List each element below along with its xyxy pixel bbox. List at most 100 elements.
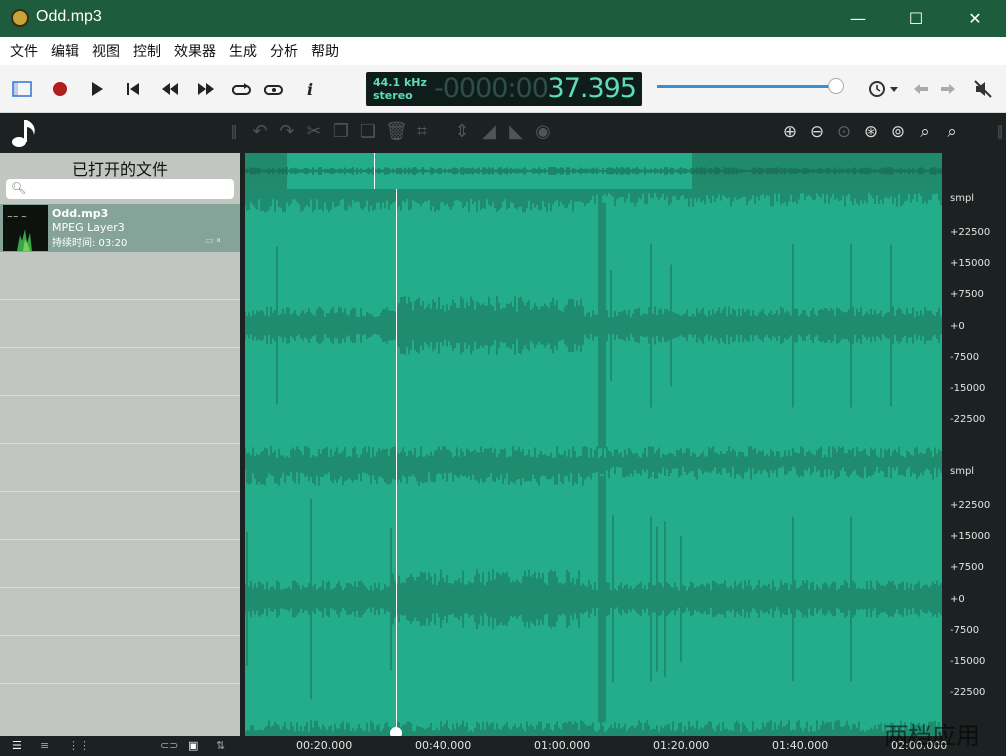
menu-control[interactable]: 控制 — [133, 41, 161, 61]
volume-slider-thumb[interactable] — [827, 78, 844, 94]
timeline-label: 01:20.000 — [653, 739, 710, 752]
channels-label: stereo — [373, 89, 413, 102]
file-search-input[interactable]: 🔍︎ — [6, 179, 234, 199]
ruler-label: +7500 — [950, 289, 984, 300]
waveform-view[interactable] — [245, 153, 942, 736]
skip-to-start-icon[interactable] — [120, 76, 146, 102]
maximize-button[interactable]: ☐ — [893, 0, 939, 37]
sample-rate-label: 44.1 kHz — [373, 76, 427, 89]
image-icon[interactable]: ▣ — [188, 739, 198, 752]
toggle-sidebar-icon[interactable] — [9, 76, 35, 102]
ruler-label: -22500 — [950, 414, 986, 425]
ruler-label: -15000 — [950, 383, 986, 394]
menu-generate[interactable]: 生成 — [229, 41, 257, 61]
play-icon[interactable] — [84, 76, 110, 102]
copy-icon[interactable]: ❐ — [331, 122, 351, 142]
record-icon[interactable] — [47, 76, 73, 102]
list-divider — [0, 347, 240, 348]
fade-out-icon[interactable]: ◣ — [506, 122, 526, 142]
list-divider — [0, 491, 240, 492]
sort-icon[interactable]: ⇅ — [216, 739, 225, 752]
menu-analyze[interactable]: 分析 — [270, 41, 298, 61]
zoom-full-icon[interactable]: ⊚ — [888, 122, 908, 142]
album-art: ~~ ~ — [3, 205, 48, 251]
mute-icon[interactable] — [970, 76, 996, 102]
window-title: Odd.mp3 — [36, 8, 102, 25]
music-note-icon — [10, 117, 40, 149]
search-icon: 🔍︎ — [11, 181, 27, 195]
menu-help[interactable]: 帮助 — [311, 41, 339, 61]
zoom-out-icon[interactable]: ⊖ — [807, 122, 827, 142]
zoom-vertical-in-icon[interactable]: ⌕ — [915, 122, 935, 142]
rewind-icon[interactable] — [157, 76, 183, 102]
cut-icon[interactable]: ✂ — [304, 122, 324, 142]
overview-cursor — [374, 153, 375, 189]
zoom-selection-icon[interactable]: ⊙ — [834, 122, 854, 142]
app-icon — [11, 9, 29, 27]
timeline-label: 00:40.000 — [415, 739, 472, 752]
undo-icon[interactable]: ↶ — [250, 122, 270, 142]
watermark: 两档应用 — [884, 722, 980, 750]
ruler-label: -7500 — [950, 625, 980, 636]
loop-selection-icon[interactable] — [261, 76, 287, 102]
fade-in-icon[interactable]: ◢ — [479, 122, 499, 142]
amplitude-ruler: smpl +22500 +15000 +7500 +0 -7500 -15000… — [942, 153, 1006, 736]
list-divider — [0, 635, 240, 636]
edit-toolbar — [0, 113, 1006, 153]
ruler-label: +15000 — [950, 531, 991, 542]
waveform-channel — [245, 202, 942, 449]
list-divider — [0, 443, 240, 444]
effects-icon[interactable]: ◉ — [533, 122, 553, 142]
time-placeholder: -0000:00 — [434, 73, 549, 104]
waveform-overview[interactable] — [245, 153, 942, 189]
zoom-fit-icon[interactable]: ⊛ — [861, 122, 881, 142]
forward-arrow-icon[interactable] — [935, 76, 961, 102]
list-divider — [0, 587, 240, 588]
menu-bar: 文件 编辑 视图 控制 效果器 生成 分析 帮助 — [0, 37, 1006, 65]
timeline-label: 01:00.000 — [534, 739, 591, 752]
history-icon[interactable] — [866, 76, 900, 102]
volume-slider-track[interactable] — [657, 85, 843, 88]
file-duration: 持续时间: 03:20 — [52, 238, 128, 249]
loop-icon[interactable] — [229, 76, 255, 102]
file-format: MPEG Layer3 — [52, 221, 125, 234]
timeline-label: 00:20.000 — [296, 739, 353, 752]
file-actions-icon[interactable]: ▭ ⏸ — [205, 236, 221, 246]
fast-forward-icon[interactable] — [193, 76, 219, 102]
close-button[interactable]: ✕ — [952, 0, 998, 37]
list-divider — [0, 395, 240, 396]
redo-icon[interactable]: ↷ — [277, 122, 297, 142]
current-time: 37.395 — [547, 73, 637, 104]
grid-view-icon[interactable]: ⋮⋮ — [68, 739, 90, 752]
menu-view[interactable]: 视图 — [92, 41, 120, 61]
info-icon[interactable]: i — [297, 76, 323, 102]
file-name: Odd.mp3 — [52, 207, 109, 220]
ruler-label: +22500 — [950, 500, 991, 511]
zoom-vertical-out-icon[interactable]: ⌕ — [942, 122, 962, 142]
list-divider — [0, 539, 240, 540]
paste-icon[interactable]: ❏ — [358, 122, 378, 142]
delete-icon[interactable]: 🗑 — [385, 122, 408, 142]
link-icon[interactable]: ⊂⊃ — [160, 739, 178, 752]
waveform-channel — [245, 475, 942, 723]
normalize-icon[interactable]: ⇕ — [452, 122, 472, 142]
list-item[interactable]: ~~ ~ Odd.mp3 MPEG Layer3 持续时间: 03:20 ▭ ⏸ — [0, 204, 240, 252]
ruler-label: -22500 — [950, 687, 986, 698]
menu-file[interactable]: 文件 — [10, 41, 38, 61]
compact-view-icon[interactable]: ≡ — [40, 739, 49, 752]
playhead-line[interactable] — [396, 189, 397, 736]
ruler-label: -7500 — [950, 352, 980, 363]
panel-title: 已打开的文件 — [71, 160, 168, 179]
back-arrow-icon[interactable] — [908, 76, 934, 102]
list-view-icon[interactable]: ☰ — [12, 739, 22, 752]
time-display: 44.1 kHz stereo -0000:00 37.395 — [366, 72, 642, 106]
timeline-label: 01:40.000 — [772, 739, 829, 752]
crop-icon[interactable]: ⌗ — [412, 122, 432, 142]
ruler-label: +7500 — [950, 562, 984, 573]
menu-effects[interactable]: 效果器 — [174, 41, 216, 61]
ruler-label: smpl — [950, 466, 975, 477]
zoom-in-icon[interactable]: ⊕ — [780, 122, 800, 142]
menu-edit[interactable]: 编辑 — [51, 41, 79, 61]
minimize-button[interactable]: — — [835, 0, 881, 37]
list-divider — [0, 683, 240, 684]
